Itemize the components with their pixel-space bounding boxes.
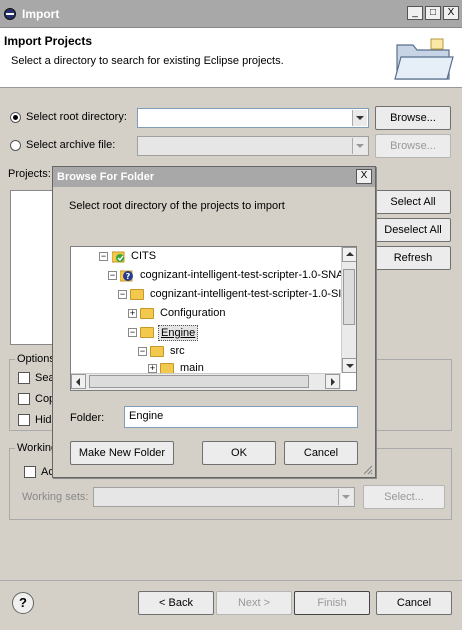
options-group-label: Options (15, 353, 57, 365)
tree-item-label: main (180, 362, 204, 373)
wizard-header: Import Projects Select a directory to se… (0, 28, 462, 88)
option-checkbox-2[interactable] (18, 393, 30, 405)
dialog-prompt: Select root directory of the projects to… (69, 200, 285, 212)
working-sets-label: Working sets: (22, 491, 89, 503)
ok-button[interactable]: OK (202, 441, 276, 465)
title-bar: Import _ □ X (0, 0, 462, 28)
folder-tree[interactable]: − CITS − ? cognizant-intelligent-test-sc… (70, 246, 357, 391)
archive-file-combo[interactable] (137, 136, 369, 156)
finish-button[interactable]: Finish (294, 591, 370, 615)
tree-item-label: cognizant-intelligent-test-scripter-1.0-… (150, 288, 342, 300)
projects-label: Projects: (8, 168, 51, 180)
option-label-3: Hid (35, 414, 52, 426)
chevron-down-icon[interactable] (338, 489, 353, 505)
dialog-close-button[interactable]: X (356, 169, 372, 184)
tree-item[interactable]: − cognizant-intelligent-test-scripter-1.… (71, 286, 341, 304)
select-all-button[interactable]: Select All (375, 190, 451, 214)
back-button[interactable]: < Back (138, 591, 214, 615)
root-directory-label: Select root directory: (26, 111, 127, 123)
window-title: Import (22, 7, 60, 21)
expand-icon[interactable]: + (128, 309, 137, 318)
folder-name-input[interactable]: Engine (124, 406, 358, 428)
tree-horizontal-scrollbar[interactable] (71, 373, 341, 390)
working-sets-combo[interactable] (93, 487, 355, 507)
folder-icon (140, 327, 154, 338)
resize-grip-icon[interactable] (361, 463, 373, 475)
tree-vertical-scrollbar[interactable] (341, 247, 356, 373)
archive-file-label: Select archive file: (26, 139, 116, 151)
working-sets-select-button[interactable]: Select... (363, 485, 445, 509)
expand-icon[interactable]: + (148, 364, 157, 373)
tree-item[interactable]: + Configuration (71, 305, 341, 323)
footer-divider (0, 580, 462, 581)
collapse-icon[interactable]: − (138, 347, 147, 356)
tree-item[interactable]: − src (71, 343, 341, 361)
horizontal-scroll-thumb[interactable] (89, 375, 309, 388)
root-directory-radio[interactable] (10, 112, 21, 123)
page-subtitle: Select a directory to search for existin… (11, 55, 284, 67)
scroll-right-arrow-icon[interactable] (325, 374, 340, 389)
page-title: Import Projects (4, 34, 93, 48)
cancel-button[interactable]: Cancel (376, 591, 452, 615)
browse-archive-button[interactable]: Browse... (375, 134, 451, 158)
unknown-project-icon: ? (120, 270, 133, 282)
add-to-working-set-checkbox[interactable] (24, 466, 36, 478)
folder-icon (160, 363, 174, 373)
root-directory-combo[interactable] (137, 108, 369, 128)
help-icon[interactable]: ? (12, 592, 34, 614)
browse-button[interactable]: Browse... (375, 106, 451, 130)
dialog-cancel-button[interactable]: Cancel (284, 441, 358, 465)
make-new-folder-button[interactable]: Make New Folder (70, 441, 174, 465)
option-checkbox-1[interactable] (18, 372, 30, 384)
eclipse-icon (4, 8, 16, 20)
collapse-icon[interactable]: − (108, 271, 117, 280)
next-button[interactable]: Next > (216, 591, 292, 615)
tree-item-label: Engine (158, 325, 199, 341)
scroll-up-arrow-icon[interactable] (342, 247, 356, 262)
tree-item[interactable]: − ? cognizant-intelligent-test-scripter-… (71, 267, 344, 285)
vertical-scroll-thumb[interactable] (343, 269, 355, 325)
dialog-title-bar: Browse For Folder X (53, 167, 375, 187)
minimize-button[interactable]: _ (407, 6, 423, 20)
refresh-button[interactable]: Refresh (375, 246, 451, 270)
collapse-icon[interactable]: − (128, 328, 137, 337)
collapse-icon[interactable]: − (99, 252, 108, 261)
scroll-left-arrow-icon[interactable] (71, 374, 86, 389)
tree-item-label: CITS (131, 250, 157, 262)
tree-item-label: Configuration (160, 307, 226, 319)
folder-icon (130, 289, 144, 300)
maximize-button[interactable]: □ (425, 6, 441, 20)
svg-text:?: ? (126, 272, 131, 281)
import-folder-icon (394, 38, 454, 80)
browse-for-folder-dialog: Browse For Folder X Select root director… (52, 166, 376, 478)
option-checkbox-3[interactable] (18, 414, 30, 426)
archive-file-radio[interactable] (10, 140, 21, 151)
deselect-all-button[interactable]: Deselect All (375, 218, 451, 242)
collapse-icon[interactable]: − (118, 290, 127, 299)
tree-item-label: cognizant-intelligent-test-scripter-1.0-… (140, 269, 344, 281)
close-button[interactable]: X (443, 6, 459, 20)
dialog-title: Browse For Folder (57, 171, 155, 183)
tree-item[interactable]: + main (71, 360, 341, 373)
chevron-down-icon[interactable] (352, 110, 367, 126)
project-check-icon (112, 251, 125, 263)
folder-icon (140, 308, 154, 319)
folder-label: Folder: (70, 412, 105, 424)
tree-item-selected[interactable]: − Engine (71, 324, 341, 342)
chevron-down-icon[interactable] (352, 138, 367, 154)
folder-icon (150, 346, 164, 357)
tree-item-label: src (170, 345, 185, 357)
tree-item[interactable]: − CITS (71, 248, 341, 266)
scroll-down-arrow-icon[interactable] (342, 358, 356, 373)
